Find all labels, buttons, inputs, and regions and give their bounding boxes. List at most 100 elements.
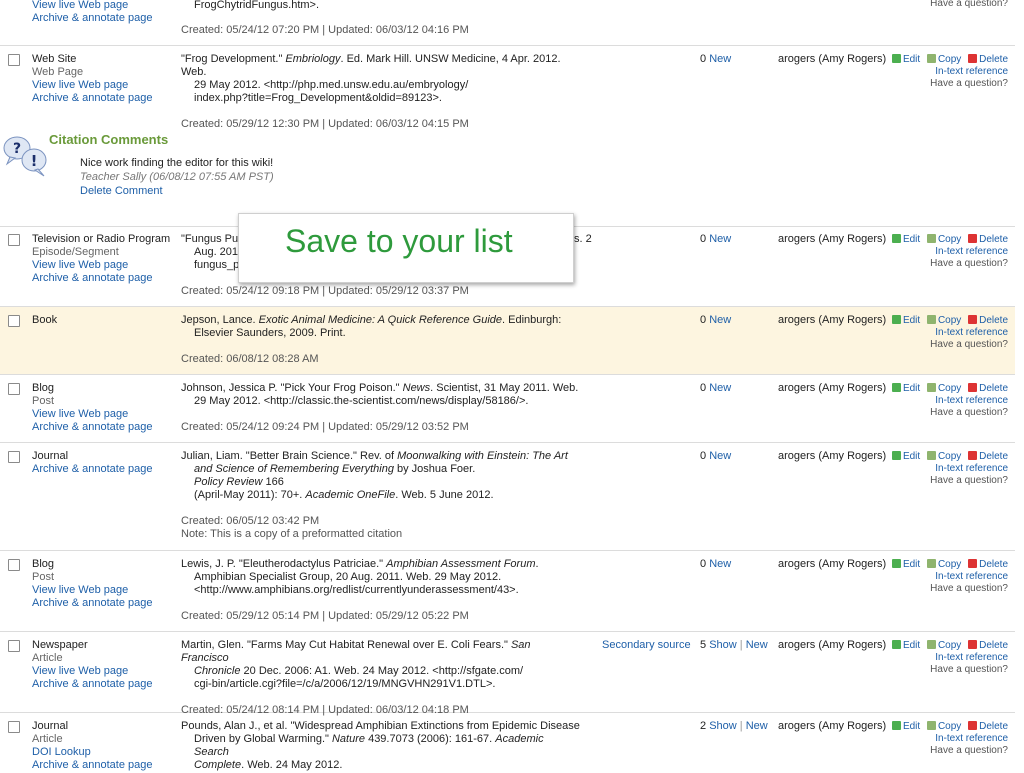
view-live-link[interactable]: View live Web page [32, 408, 152, 421]
in-text-reference-link[interactable]: In-text reference [888, 652, 1008, 664]
archive-annotate-link[interactable]: Archive & annotate page [32, 759, 152, 772]
row-checkbox[interactable] [8, 234, 20, 246]
source-cell: Blog Post View live Web page Archive & a… [32, 558, 152, 610]
notes-show-link[interactable]: Show [709, 720, 737, 732]
edit-button[interactable]: Edit [891, 234, 920, 246]
edit-button[interactable]: Edit [891, 383, 920, 395]
view-live-link[interactable]: View live Web page [32, 584, 152, 597]
citation-line: Martin, Glen. "Farms May Cut Habitat Ren… [181, 639, 531, 664]
notes-new-link[interactable]: New [709, 314, 731, 326]
save-to-list-popup[interactable]: Save to your list [238, 213, 574, 283]
archive-annotate-link[interactable]: Archive & annotate page [32, 597, 152, 610]
notes-new-link[interactable]: New [746, 720, 768, 732]
notes-cell: 0 New [700, 53, 731, 65]
copy-button[interactable]: Copy [926, 721, 961, 733]
archive-annotate-link[interactable]: Archive & annotate page [32, 272, 170, 285]
delete-button[interactable]: Delete [968, 640, 1008, 652]
in-text-reference-link[interactable]: In-text reference [888, 733, 1008, 745]
question-link[interactable]: Have a question? [930, 0, 1008, 10]
in-text-reference-link[interactable]: In-text reference [888, 395, 1008, 407]
created-meta: Created: 06/05/12 03:42 PM [181, 515, 320, 527]
delete-button[interactable]: Delete [968, 54, 1008, 66]
copy-button[interactable]: Copy [926, 54, 961, 66]
edit-button[interactable]: Edit [891, 54, 920, 66]
delete-button[interactable]: Delete [968, 721, 1008, 733]
in-text-reference-link[interactable]: In-text reference [888, 463, 1008, 475]
question-link[interactable]: Have a question? [888, 258, 1008, 270]
row-checkbox[interactable] [8, 383, 20, 395]
delete-button[interactable]: Delete [968, 383, 1008, 395]
in-text-reference-link[interactable]: In-text reference [888, 571, 1008, 583]
copy-button[interactable]: Copy [926, 315, 961, 327]
notes-new-link[interactable]: New [709, 450, 731, 462]
edit-icon [891, 234, 901, 243]
citation-text: FrogChytridFungus.htm>. Created: 05/24/1… [181, 0, 581, 37]
archive-annotate-link[interactable]: Archive & annotate page [32, 92, 152, 105]
question-link[interactable]: Have a question? [888, 78, 1008, 90]
citation-comments: ? ! Citation Comments Nice work finding … [0, 128, 1015, 224]
notes-count: 5 [700, 639, 707, 651]
edit-button[interactable]: Edit [891, 559, 920, 571]
comments-title: Citation Comments [49, 132, 169, 147]
copy-button[interactable]: Copy [926, 559, 961, 571]
doi-lookup-link[interactable]: DOI Lookup [32, 746, 152, 759]
in-text-reference-link[interactable]: In-text reference [888, 246, 1008, 258]
row-actions: Edit Copy Delete In-text reference Have … [888, 54, 1008, 90]
view-live-link[interactable]: View live Web page [32, 665, 152, 678]
view-live-link[interactable]: View live Web page [32, 79, 152, 92]
question-link[interactable]: Have a question? [888, 407, 1008, 419]
notes-new-link[interactable]: New [709, 558, 731, 570]
source-type: Book [32, 314, 58, 326]
notes-count: 0 [700, 233, 707, 245]
source-cell: Book [32, 314, 57, 327]
citation-text: Pounds, Alan J., et al. "Widespread Amph… [181, 720, 581, 772]
owner-name: arogers (Amy Rogers) [778, 233, 887, 245]
delete-button[interactable]: Delete [968, 451, 1008, 463]
edit-button[interactable]: Edit [891, 721, 920, 733]
copy-button[interactable]: Copy [926, 234, 961, 246]
notes-new-link[interactable]: New [709, 382, 731, 394]
archive-annotate-link[interactable]: Archive & annotate page [32, 421, 152, 434]
edit-button[interactable]: Edit [891, 451, 920, 463]
question-link[interactable]: Have a question? [888, 583, 1008, 595]
edit-button[interactable]: Edit [891, 315, 920, 327]
notes-count: 0 [700, 314, 707, 326]
citation-text: Johnson, Jessica P. "Pick Your Frog Pois… [181, 382, 581, 434]
notes-new-link[interactable]: New [709, 53, 731, 65]
notes-show-link[interactable]: Show [709, 639, 737, 651]
row-checkbox[interactable] [8, 451, 20, 463]
citation-line: Policy Review 166 [194, 476, 284, 488]
archive-annotate-link[interactable]: Archive & annotate page [32, 12, 152, 25]
copy-button[interactable]: Copy [926, 451, 961, 463]
copy-button[interactable]: Copy [926, 383, 961, 395]
in-text-reference-link[interactable]: In-text reference [888, 327, 1008, 339]
notes-new-link[interactable]: New [746, 639, 768, 651]
delete-button[interactable]: Delete [968, 315, 1008, 327]
view-live-link[interactable]: View live Web page [32, 259, 170, 272]
secondary-source-link[interactable]: Secondary source [602, 639, 691, 651]
source-cell: Journal Article DOI Lookup Archive & ann… [32, 720, 152, 772]
edit-button[interactable]: Edit [891, 640, 920, 652]
delete-comment-link[interactable]: Delete Comment [80, 184, 274, 198]
delete-button[interactable]: Delete [968, 234, 1008, 246]
row-checkbox[interactable] [8, 315, 20, 327]
row-checkbox[interactable] [8, 721, 20, 733]
question-link[interactable]: Have a question? [888, 664, 1008, 676]
question-link[interactable]: Have a question? [888, 339, 1008, 351]
archive-annotate-link[interactable]: Archive & annotate page [32, 678, 152, 691]
question-link[interactable]: Have a question? [888, 475, 1008, 487]
archive-annotate-link[interactable]: Archive & annotate page [32, 463, 152, 476]
row-checkbox[interactable] [8, 54, 20, 66]
owner-name: arogers (Amy Rogers) [778, 450, 887, 462]
citation-row-4: Blog Post View live Web page Archive & a… [0, 375, 1015, 443]
citation-lines: Johnson, Jessica P. "Pick Your Frog Pois… [181, 382, 581, 408]
view-live-link[interactable]: View live Web page [32, 0, 152, 12]
question-link[interactable]: Have a question? [888, 745, 1008, 757]
in-text-reference-link[interactable]: In-text reference [888, 66, 1008, 78]
row-checkbox[interactable] [8, 640, 20, 652]
copy-button[interactable]: Copy [926, 640, 961, 652]
source-cell: View live Web page Archive & annotate pa… [32, 0, 152, 25]
delete-button[interactable]: Delete [968, 559, 1008, 571]
row-checkbox[interactable] [8, 559, 20, 571]
notes-new-link[interactable]: New [709, 233, 731, 245]
